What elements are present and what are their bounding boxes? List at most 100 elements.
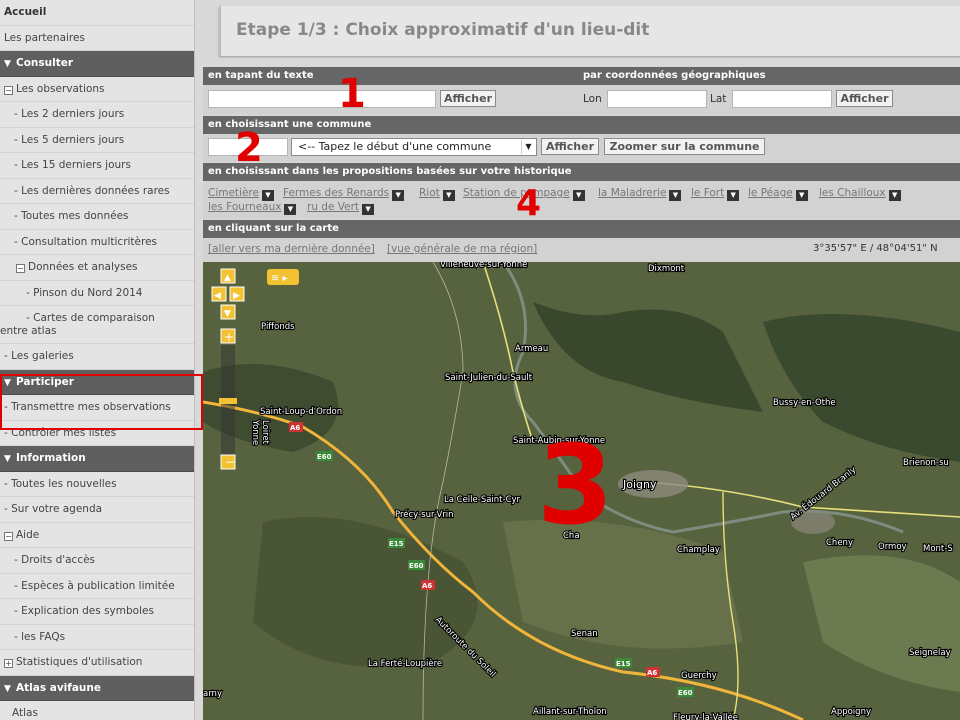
hist-item[interactable]: le Fort ▼	[691, 187, 740, 201]
dropdown-icon[interactable]: ▼	[669, 190, 682, 201]
nav-stats[interactable]: + Statistiques d'utilisation	[0, 650, 194, 676]
place-label: Cheny	[826, 538, 853, 548]
text-search-input[interactable]	[208, 90, 436, 108]
dropdown-icon[interactable]: ▼	[392, 190, 405, 201]
section-label: Consulter	[16, 57, 74, 69]
place-label: Saint-Loup-d'Ordon	[260, 407, 342, 417]
nav-accueil[interactable]: Accueil	[0, 0, 194, 26]
dropdown-icon[interactable]: ▼	[795, 190, 808, 201]
road-shield-label: E15	[389, 540, 404, 548]
highlight-box	[0, 374, 203, 430]
chevron-down-icon: ▼	[521, 140, 535, 154]
nav-droits[interactable]: - Droits d'accès	[0, 548, 194, 574]
dropdown-icon[interactable]: ▼	[442, 190, 455, 201]
afficher-coord-button[interactable]: Afficher	[836, 90, 893, 107]
place-label: Ormoy	[878, 542, 907, 552]
place-label: arny	[203, 689, 222, 699]
nav-observations[interactable]: − Les observations	[0, 77, 194, 102]
nav-especes[interactable]: - Espèces à publication limitée	[0, 574, 194, 599]
hist-item[interactable]: Cimetière ▼	[208, 187, 274, 201]
dropdown-icon[interactable]: ▼	[261, 190, 274, 201]
nav-label: Accueil	[4, 6, 47, 18]
collapse-icon[interactable]: −	[4, 531, 13, 541]
nav-aide[interactable]: − Aide	[0, 523, 194, 548]
dropdown-icon[interactable]: ▼	[727, 190, 740, 201]
dropdown-icon[interactable]: ▼	[284, 204, 297, 215]
section-consulter[interactable]: ▼ Consulter	[0, 51, 194, 77]
nav-nouvelles[interactable]: - Toutes les nouvelles	[0, 472, 194, 497]
nav-5-jours[interactable]: - Les 5 derniers jours	[0, 128, 194, 153]
nav-15-jours[interactable]: - Les 15 derniers jours	[0, 153, 194, 179]
zoom-slider-handle[interactable]	[219, 398, 237, 404]
dropdown-icon[interactable]: ▼	[888, 190, 901, 201]
expand-icon[interactable]: +	[4, 659, 13, 668]
region-view-link[interactable]: [vue générale de ma région]	[387, 243, 537, 255]
hist-label: Fermes des Renards	[283, 187, 390, 199]
hist-item[interactable]: Fermes des Renards ▼	[283, 187, 405, 201]
nav-label: - Droits d'accès	[14, 554, 96, 566]
hist-item[interactable]: la Maladrerie ▼	[598, 187, 682, 201]
place-label: La Ferté-Loupière	[368, 658, 442, 669]
afficher-text-button[interactable]: Afficher	[440, 90, 496, 107]
header-label: en tapant du texte	[208, 70, 314, 81]
lon-label: Lon	[583, 93, 602, 105]
dropdown-icon[interactable]: ▼	[362, 204, 375, 215]
hist-item[interactable]: le Péage ▼	[748, 187, 808, 201]
dropdown-icon[interactable]: ▼	[572, 190, 585, 201]
nav-rares[interactable]: - Les dernières données rares	[0, 179, 194, 204]
place-label: Brienon-su	[903, 458, 949, 468]
place-label: Dixmont	[648, 264, 685, 274]
triangle-down-icon: ▼	[4, 454, 11, 464]
lat-input[interactable]	[732, 90, 832, 108]
nav-2-jours[interactable]: - Les 2 derniers jours	[0, 102, 194, 128]
nav-pinson[interactable]: - Pinson du Nord 2014	[0, 281, 194, 306]
section-atlas[interactable]: ▼ Atlas avifaune	[0, 675, 194, 701]
hist-label: Cimetière	[208, 187, 259, 199]
collapse-icon[interactable]: −	[4, 85, 13, 95]
hist-label: les Chailloux	[819, 187, 886, 199]
place-label: Bussy-en-Othe	[773, 398, 836, 408]
place-label: Seignelay	[909, 648, 951, 658]
nav-cartes[interactable]: - Cartes de comparaison entre atlas	[0, 306, 194, 344]
hist-item[interactable]: les Fourneaux ▼	[208, 201, 297, 215]
place-label: Appoigny	[831, 707, 871, 717]
nav-label: - les FAQs	[14, 630, 66, 643]
nav-label: Statistiques d'utilisation	[16, 656, 143, 668]
hist-label: le Péage	[748, 187, 793, 199]
zoomer-commune-button[interactable]: Zoomer sur la commune	[604, 138, 765, 155]
header-label: en cliquant sur la carte	[208, 223, 339, 234]
arrow-right-icon: ▶	[233, 291, 240, 301]
place-label: Joigny	[622, 478, 657, 491]
afficher-commune-button[interactable]: Afficher	[541, 138, 599, 155]
hist-item[interactable]: ru de Vert ▼	[307, 201, 375, 215]
lon-input[interactable]	[607, 90, 707, 108]
nav-label: Les observations	[16, 82, 105, 95]
hist-label: ru de Vert	[307, 201, 360, 213]
nav-atlas[interactable]: Atlas	[0, 701, 194, 720]
header-texte: en tapant du texte par coordonnées géogra…	[203, 67, 960, 85]
collapse-icon[interactable]: −	[16, 264, 25, 273]
nav-symboles[interactable]: - Explication des symboles	[0, 599, 194, 625]
hist-item[interactable]: les Chailloux ▼	[819, 187, 901, 201]
place-label: Aillant-sur-Tholon	[533, 707, 607, 717]
hist-item[interactable]: Riot ▼	[419, 187, 455, 201]
commune-select[interactable]: <-- Tapez le début d'une commune ▼	[291, 138, 537, 156]
nav-toutes[interactable]: - Toutes mes données	[0, 204, 194, 230]
nav-multicriteres[interactable]: - Consultation multicritères	[0, 230, 194, 255]
nav-agenda[interactable]: - Sur votre agenda	[0, 497, 194, 523]
section-information[interactable]: ▼ Information	[0, 446, 194, 472]
nav-partenaires[interactable]: Les partenaires	[0, 26, 194, 51]
annotation-number: 2	[235, 125, 263, 171]
nav-galeries[interactable]: - Les galeries	[0, 344, 194, 370]
nav-label: - Explication des symboles	[14, 605, 154, 617]
place-label: Précy-sur-Vrin	[395, 509, 454, 520]
place-label: Mont-S	[923, 544, 953, 554]
nav-label: - Toutes les nouvelles	[4, 477, 117, 490]
nav-analyses[interactable]: − Données et analyses	[0, 255, 194, 281]
header-historique: en choisissant dans les propositions bas…	[203, 163, 960, 181]
last-data-link[interactable]: [aller vers ma dernière donnée]	[208, 243, 375, 255]
nav-faqs[interactable]: - les FAQs	[0, 625, 194, 650]
hist-label: le Fort	[691, 187, 725, 199]
nav-label: - Les galeries	[4, 350, 74, 362]
place-label: Champlay	[677, 545, 720, 555]
